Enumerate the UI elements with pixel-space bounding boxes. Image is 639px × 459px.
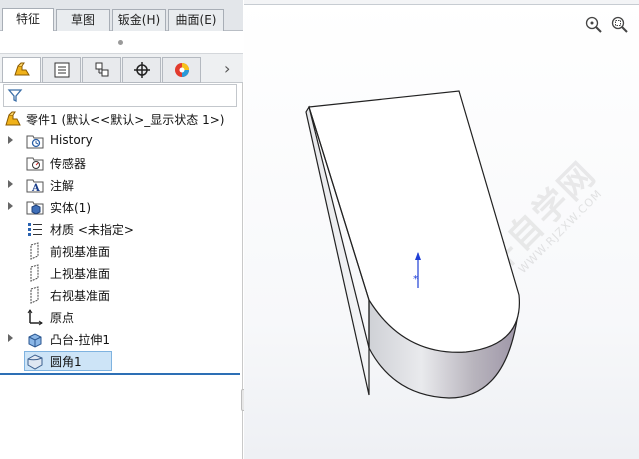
tab-sheet-metal[interactable]: 钣金(H) (112, 9, 166, 31)
tree-item-front-plane[interactable]: 前视基准面 (0, 240, 243, 262)
funnel-icon[interactable] (7, 87, 23, 103)
featuremanager-icon (13, 62, 30, 76)
tree-item-label: 传感器 (50, 157, 87, 171)
tab-sketch[interactable]: 草图 (56, 9, 110, 31)
feature-manager-panel: 特征 草图 钣金(H) 曲面(E) › 零件1 (默认<<默认>_显示状态 1>… (0, 0, 243, 459)
panel-bottom-accent (0, 373, 240, 375)
expand-arrow-icon[interactable] (8, 136, 13, 144)
tree-item-label: 圆角1 (50, 355, 82, 369)
annotation-icon: A (26, 179, 44, 194)
tree-item-history[interactable]: History (0, 130, 243, 152)
tree-filter-box[interactable] (3, 84, 237, 107)
sensor-icon (26, 157, 44, 171)
tree-item-material[interactable]: 材质 <未指定> (0, 218, 243, 240)
tree-item-label: 凸台-拉伸1 (50, 333, 110, 347)
material-icon (28, 223, 42, 236)
svg-text:A: A (31, 183, 40, 194)
top-face (308, 90, 520, 353)
tree-item-label: 右视基准面 (50, 289, 111, 303)
fillet-icon (27, 354, 43, 370)
origin-icon (27, 309, 43, 326)
graphics-area[interactable]: 软件自学网 WWW.RJZXW.COM * (244, 0, 639, 459)
plane-icon (30, 286, 39, 304)
tab-features[interactable]: 特征 (2, 8, 54, 32)
dimxpert-icon (133, 62, 150, 78)
tree-item-fillet[interactable]: 圆角1 (0, 350, 243, 372)
tree-item-right-plane[interactable]: 右视基准面 (0, 284, 243, 306)
tree-item-label: History (50, 133, 93, 147)
tree-item-label: 原点 (50, 311, 75, 325)
tree-item-boss-extrude[interactable]: 凸台-拉伸1 (0, 328, 243, 350)
propertymanager-tab[interactable] (42, 57, 81, 83)
tree-item-solid-bodies[interactable]: 实体(1) (0, 196, 243, 218)
dimxpert-tab[interactable] (122, 57, 161, 83)
tree-root-part[interactable]: 零件1 (默认<<默认>_显示状态 1>) (0, 108, 243, 130)
configurationmanager-tab[interactable] (82, 57, 121, 83)
tree-item-annotations[interactable]: A 注解 (0, 174, 243, 196)
tree-item-label: 实体(1) (50, 201, 91, 215)
display-manager-icon (174, 63, 189, 77)
expand-arrow-icon[interactable] (8, 202, 13, 210)
command-manager-tabs: 特征 草图 钣金(H) 曲面(E) (0, 0, 243, 32)
chevron-right-icon[interactable]: › (224, 60, 238, 78)
splitter-grip-icon (118, 40, 123, 45)
part-3d-model[interactable]: * (244, 0, 639, 459)
panel-splitter[interactable] (0, 31, 243, 53)
solid-bodies-icon (26, 201, 44, 215)
expand-arrow-icon[interactable] (8, 334, 13, 342)
extrude-icon (28, 333, 42, 348)
part-icon (5, 111, 21, 126)
expand-arrow-icon[interactable] (8, 180, 13, 188)
propertymanager-icon (54, 62, 69, 78)
tree-item-label: 材质 <未指定> (50, 223, 134, 237)
display-manager-tab[interactable] (162, 57, 201, 83)
configurationmanager-icon (95, 62, 108, 77)
tree-item-label: 前视基准面 (50, 245, 111, 259)
manager-tab-bar: › (0, 53, 243, 83)
tree-item-sensors[interactable]: 传感器 (0, 152, 243, 174)
plane-icon (30, 264, 39, 282)
tree-item-label: 上视基准面 (50, 267, 111, 281)
tab-surfaces[interactable]: 曲面(E) (168, 9, 224, 31)
tree-root-label: 零件1 (默认<<默认>_显示状态 1>) (26, 113, 225, 127)
tree-item-top-plane[interactable]: 上视基准面 (0, 262, 243, 284)
history-icon (26, 135, 44, 149)
featuremanager-tab[interactable] (2, 57, 41, 83)
tree-item-label: 注解 (50, 179, 75, 193)
origin-marker-icon: * (413, 274, 418, 285)
tree-item-origin[interactable]: 原点 (0, 306, 243, 328)
plane-icon (30, 242, 39, 260)
